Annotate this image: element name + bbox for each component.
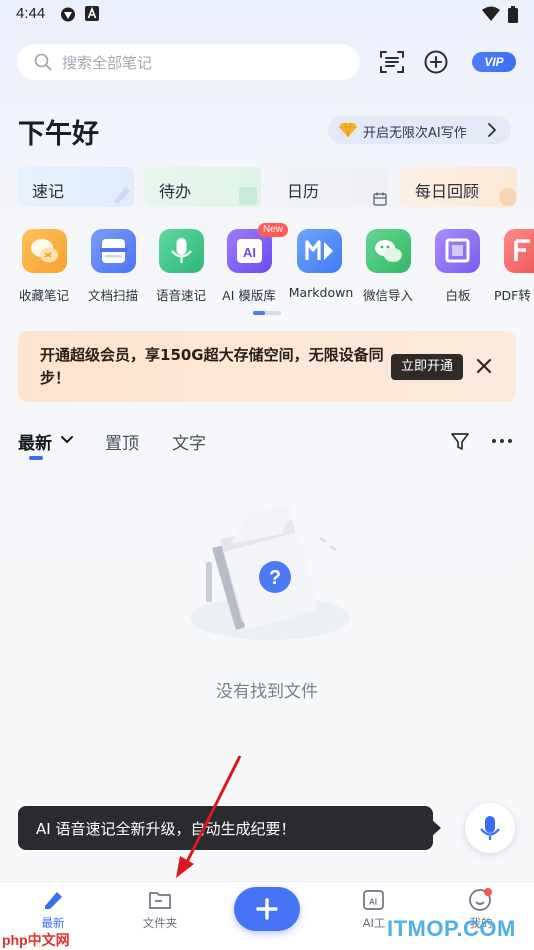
whiteboard-icon	[445, 238, 470, 263]
tool-wechat-import[interactable]	[366, 229, 411, 273]
microphone-icon	[171, 238, 192, 263]
tool-bookmark-notes[interactable]	[22, 229, 67, 273]
create-note-button[interactable]	[234, 887, 300, 931]
tab-active-indicator	[29, 456, 43, 460]
filter-icon[interactable]	[449, 430, 471, 452]
watermark-php: php中文网	[2, 932, 70, 948]
activate-now-button[interactable]: 立即开通	[391, 354, 463, 380]
watermark-itmop: ITMOP.COM	[387, 916, 516, 941]
svg-text:?: ?	[269, 567, 281, 589]
tab-latest[interactable]: 最新	[18, 429, 52, 454]
search-icon	[34, 53, 52, 71]
greeting-title: 下午好	[18, 119, 99, 150]
status-time: 4:44	[16, 5, 46, 22]
folder-icon[interactable]	[148, 889, 172, 911]
search-placeholder: 搜索全部笔记	[62, 54, 153, 72]
svg-text:AI: AI	[369, 898, 377, 907]
annotation-arrow	[176, 755, 242, 878]
chevron-right-icon	[488, 123, 497, 137]
tool-label-whiteboard: 白板	[445, 288, 471, 303]
calendar-icon	[373, 192, 387, 206]
plus-icon	[256, 898, 278, 920]
vip-promo-text: 开通超级会员，享150G超大存储空间，无限设备同步！	[40, 346, 384, 387]
more-icon[interactable]	[491, 437, 513, 445]
quick-label-daily-review: 每日回顾	[415, 182, 480, 201]
pencil-icon	[114, 187, 130, 204]
tool-document-scan[interactable]	[91, 229, 136, 273]
markdown-icon	[305, 240, 333, 260]
review-icon	[499, 188, 516, 206]
status-bar: 4:44	[0, 0, 534, 28]
chevron-down-icon[interactable]	[60, 435, 74, 445]
wechat-icon	[375, 240, 402, 262]
latest-nav-icon[interactable]	[41, 888, 65, 912]
document-scan-icon	[100, 239, 127, 263]
microphone-icon	[480, 816, 500, 840]
wifi-icon	[482, 6, 500, 21]
tool-label-wechat: 微信导入	[362, 288, 413, 303]
tool-markdown[interactable]	[297, 229, 342, 273]
quick-label-todo: 待办	[159, 182, 192, 201]
battery-icon	[508, 6, 518, 23]
a-notification-icon	[85, 6, 99, 21]
empty-folder-illustration: ?	[190, 506, 350, 640]
vip-badge[interactable]: VIP	[472, 52, 516, 72]
quick-label-calendar: 日历	[287, 182, 320, 201]
tool-label-bookmark: 收藏笔记	[18, 288, 69, 303]
toast-text: AI 语音速记全新升级，自动生成纪要！	[36, 820, 296, 838]
close-icon[interactable]	[474, 356, 494, 376]
todo-check-icon	[239, 187, 257, 205]
tab-pinned[interactable]: 置顶	[105, 429, 139, 454]
scan-icon[interactable]	[377, 47, 407, 77]
tool-whiteboard[interactable]	[435, 229, 480, 273]
empty-state-text: 没有找到文件	[216, 682, 318, 702]
tool-label-pdf: PDF转	[494, 288, 531, 303]
tool-voice-notes[interactable]	[159, 229, 204, 273]
ai-pill-label: 开启无限次AI写作	[363, 126, 467, 141]
app-notification-icon	[61, 7, 75, 22]
quick-label-shorthand: 速记	[32, 182, 65, 201]
diamond-icon	[339, 122, 357, 138]
nav-label-folder[interactable]: 文件夹	[120, 915, 200, 931]
toast-pointer	[431, 819, 441, 837]
new-badge: New	[258, 223, 288, 237]
svg-text:AI: AI	[243, 245, 256, 260]
tools-scroll-thumb	[253, 311, 265, 315]
tool-pdf[interactable]	[504, 229, 534, 273]
tab-text[interactable]: 文字	[172, 429, 206, 454]
bookmark-chat-icon	[31, 239, 58, 263]
profile-icon[interactable]	[468, 887, 494, 913]
pdf-icon	[514, 239, 530, 261]
add-circle-icon[interactable]	[421, 47, 451, 77]
ai-tools-icon[interactable]: AI	[362, 888, 386, 912]
nav-label-latest[interactable]: 最新	[13, 915, 93, 931]
voice-note-fab[interactable]	[465, 803, 515, 853]
tool-label-ai-templates: AI 模版库	[222, 288, 276, 303]
